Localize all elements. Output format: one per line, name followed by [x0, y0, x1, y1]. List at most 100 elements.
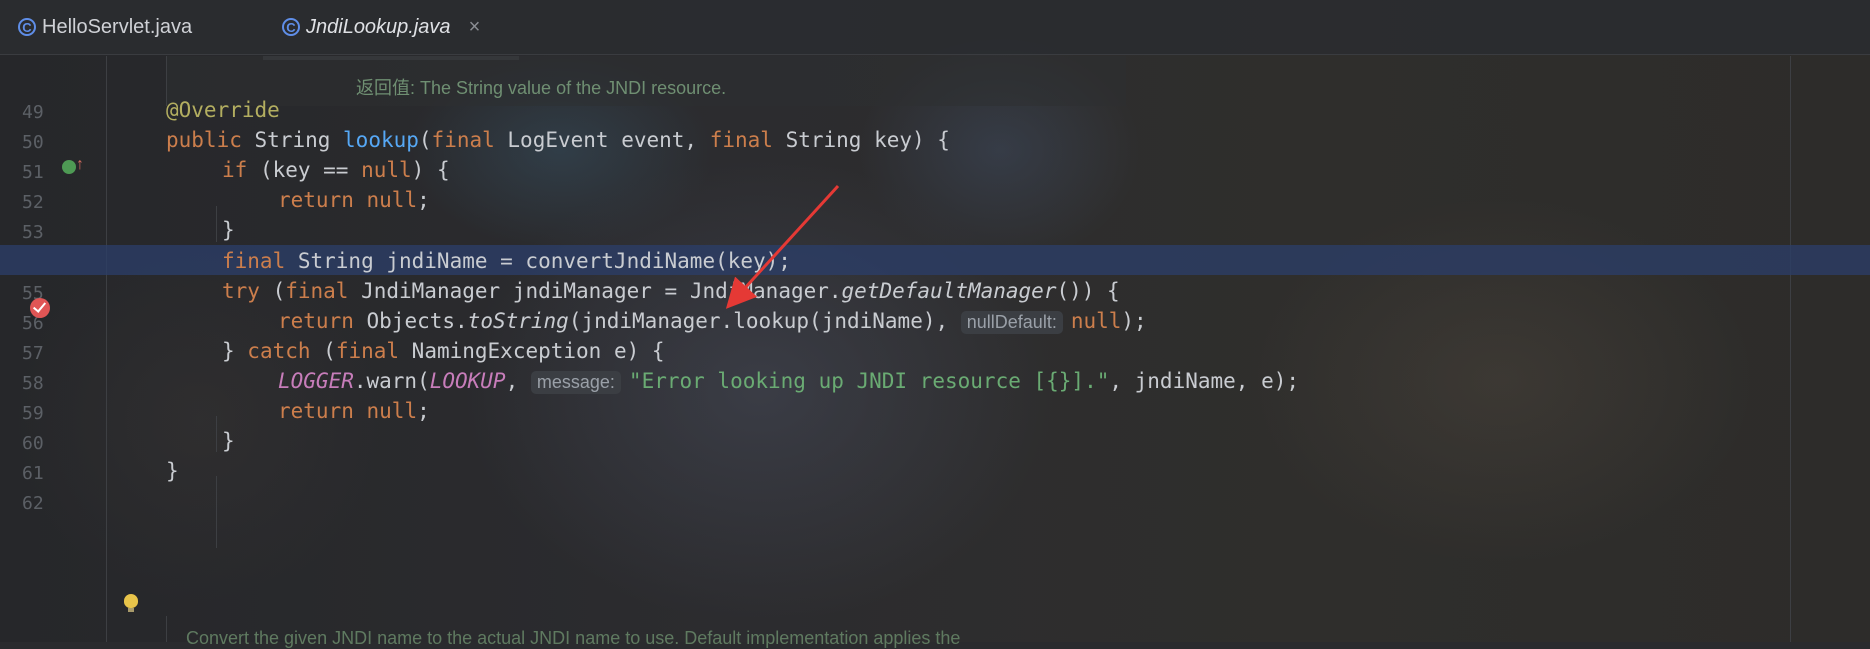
- code-token: }: [222, 338, 248, 363]
- code-token: (key ==: [259, 158, 362, 183]
- code-token: );: [1121, 308, 1147, 333]
- code-token: }: [166, 459, 179, 484]
- code-token: getDefaultManager: [841, 278, 1057, 303]
- code-token: "Error looking up JNDI resource [{}].": [628, 368, 1110, 393]
- code-line[interactable]: 51 if (key == null) {: [0, 154, 1870, 184]
- code-line[interactable]: 52 return null;: [0, 184, 1870, 214]
- code-line[interactable]: final String jndiName = convertJndiName(…: [0, 244, 1870, 275]
- code-token: toString: [467, 308, 569, 333]
- code-text: }: [166, 459, 179, 483]
- code-line[interactable]: 55 try (final JndiManager jndiManager = J…: [0, 275, 1870, 305]
- code-line[interactable]: 49 @Override: [0, 94, 1870, 124]
- code-text: @Override: [166, 98, 280, 122]
- code-token: lookup: [343, 128, 419, 153]
- tab-helloservlet[interactable]: C HelloServlet.java: [18, 0, 192, 54]
- code-line[interactable]: 58 LOGGER.warn(LOOKUP, message: "Error loo…: [0, 365, 1870, 395]
- code-line[interactable]: 60}: [0, 425, 1870, 455]
- code-token: final: [431, 128, 508, 153]
- intention-bulb-icon[interactable]: [124, 594, 138, 612]
- code-token: ()) {: [1056, 278, 1120, 303]
- code-text: }: [222, 218, 235, 242]
- code-text: return Objects.toString(jndiManager.look…: [278, 309, 1147, 334]
- code-token: String key) {: [785, 128, 950, 153]
- code-editor[interactable]: 返回值: The String value of the JNDI resour…: [0, 56, 1870, 648]
- code-token: return: [278, 188, 367, 213]
- parameter-hint: message:: [530, 370, 621, 394]
- line-number[interactable]: 59: [22, 403, 52, 424]
- code-token: null: [366, 399, 418, 423]
- code-token: }: [222, 218, 235, 243]
- line-number[interactable]: 60: [22, 433, 52, 454]
- code-token: return: [278, 399, 367, 423]
- code-text: if (key == null) {: [222, 158, 450, 182]
- code-line[interactable]: 57} catch (final NamingException e) {: [0, 335, 1870, 365]
- line-number[interactable]: 51: [22, 162, 52, 183]
- breakpoint-icon[interactable]: [30, 298, 50, 318]
- code-token: (jndiManager.lookup(jndiName),: [568, 308, 961, 333]
- code-text: } catch (final NamingException e) {: [222, 339, 665, 363]
- code-token: try: [222, 278, 273, 303]
- code-token: catch: [247, 338, 324, 363]
- code-line[interactable]: 62: [0, 485, 1870, 515]
- code-token: (: [418, 128, 432, 153]
- code-token: @Override: [166, 98, 280, 122]
- code-token: LOGGER: [278, 368, 354, 393]
- java-class-icon: C: [282, 18, 300, 36]
- code-line[interactable]: 59 return null;: [0, 395, 1870, 425]
- line-number[interactable]: 53: [22, 222, 52, 243]
- code-token: null: [361, 158, 412, 183]
- javadoc-text: Convert the given JNDI name to the actua…: [186, 628, 961, 648]
- code-token: .warn(: [353, 368, 430, 393]
- code-token: if: [222, 158, 260, 183]
- code-line[interactable]: 50 public String lookup(final LogEvent ev…: [0, 124, 1870, 154]
- code-text: LOGGER.warn(LOOKUP, message: "Error looki…: [278, 369, 1299, 394]
- line-number[interactable]: 62: [22, 493, 52, 514]
- tab-label: HelloServlet.java: [42, 15, 193, 38]
- javadoc-border: [166, 616, 167, 642]
- java-class-icon: C: [18, 18, 36, 36]
- code-token: null: [1070, 308, 1122, 333]
- code-token: (: [323, 338, 336, 363]
- code-line[interactable]: 61}: [0, 455, 1870, 485]
- code-token: String jndiName = convertJndiName(key);: [297, 248, 791, 273]
- code-text: public String lookup(final LogEvent even…: [166, 128, 950, 152]
- line-number[interactable]: 61: [22, 463, 52, 484]
- code-token: JndiManager jndiManager = JndiManager.: [361, 278, 842, 303]
- code-token: public: [166, 128, 255, 153]
- override-arrow-icon[interactable]: ↑: [76, 156, 84, 174]
- parameter-hint: nullDefault:: [960, 310, 1063, 334]
- line-number[interactable]: 58: [22, 373, 52, 394]
- code-token: NamingException e) {: [411, 338, 665, 363]
- code-token: null: [366, 188, 418, 213]
- code-text: return null;: [278, 188, 430, 212]
- code-token: ) {: [411, 158, 450, 183]
- code-token: }: [222, 429, 235, 454]
- implements-icon[interactable]: [62, 160, 76, 174]
- line-number[interactable]: 50: [22, 132, 52, 153]
- code-token: final: [709, 128, 786, 153]
- code-line[interactable]: 53}: [0, 214, 1870, 244]
- tab-jndilookup[interactable]: C JndiLookup.java ×: [282, 0, 480, 54]
- close-icon[interactable]: ×: [469, 16, 481, 39]
- code-token: final: [285, 278, 362, 303]
- code-token: String: [254, 128, 344, 153]
- code-token: , jndiName, e);: [1109, 368, 1300, 393]
- code-token: Objects.: [366, 308, 468, 333]
- code-token: final: [222, 248, 298, 273]
- code-token: LOOKUP: [429, 368, 506, 393]
- code-text: }: [222, 429, 235, 453]
- code-text: return null;: [278, 399, 430, 423]
- code-token: ;: [417, 399, 430, 423]
- code-line[interactable]: 56 return Objects.toString(jndiManager.lo…: [0, 305, 1870, 335]
- line-number[interactable]: 52: [22, 192, 52, 213]
- code-token: return: [278, 308, 367, 333]
- line-number[interactable]: 49: [22, 102, 52, 123]
- code-text: try (final JndiManager jndiManager = Jnd…: [222, 279, 1120, 303]
- editor-tab-bar: C HelloServlet.java C JndiLookup.java ×: [0, 0, 1870, 55]
- line-number[interactable]: 57: [22, 343, 52, 364]
- code-text: final String jndiName = convertJndiName(…: [222, 249, 791, 273]
- code-token: (: [272, 278, 286, 303]
- tab-label: JndiLookup.java: [306, 15, 451, 38]
- code-token: ;: [417, 188, 430, 213]
- code-token: final: [335, 338, 412, 363]
